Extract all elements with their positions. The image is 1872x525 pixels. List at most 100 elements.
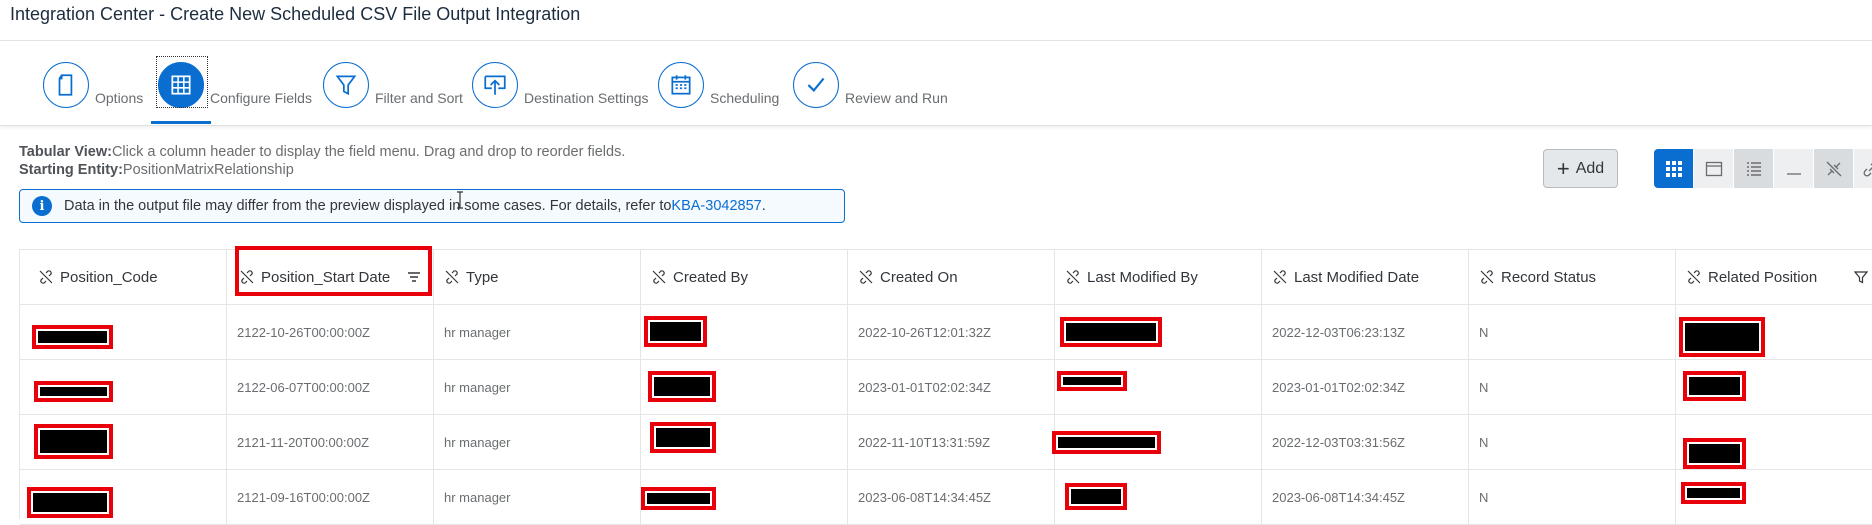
- wizard-step-review-and-run[interactable]: Review and Run: [793, 59, 948, 111]
- column-header-label: Related Position: [1708, 269, 1817, 286]
- column-header-position-code[interactable]: Position_Code: [20, 250, 227, 305]
- tabular-view-text: Click a column header to display the fie…: [112, 144, 625, 160]
- redaction-box: [34, 424, 113, 459]
- redaction-box: [32, 325, 113, 349]
- wizard-step-label: Review and Run: [845, 90, 948, 106]
- column-header-last-modified-date[interactable]: Last Modified Date: [1262, 250, 1469, 305]
- unlink-icon: [1272, 269, 1288, 285]
- plus-icon: +: [1557, 158, 1570, 180]
- table-cell-start-date: 2121-11-20T00:00:00Z: [227, 415, 434, 470]
- window-icon: [1705, 160, 1723, 178]
- wizard-step-options[interactable]: Options: [43, 59, 143, 111]
- table-cell-start-date: 2121-09-16T00:00:00Z: [227, 470, 434, 525]
- table-cell-start-date: 2122-10-26T00:00:00Z: [227, 305, 434, 360]
- starting-entity-value: PositionMatrixRelationship: [123, 162, 294, 178]
- add-button-label: Add: [1576, 160, 1604, 178]
- info-icon: i: [32, 196, 52, 216]
- calendar-icon: [658, 62, 704, 108]
- column-header-label: Last Modified By: [1087, 269, 1198, 286]
- checkmark-icon: [793, 62, 839, 108]
- table-cell-last-modified-date: 2023-01-01T02:02:34Z: [1262, 360, 1469, 415]
- unlink-icon: [444, 269, 460, 285]
- header-highlight-annotation: [235, 246, 432, 296]
- redaction-box: [644, 316, 707, 347]
- unlink-button[interactable]: [1814, 149, 1854, 188]
- table-cell-record-status: N: [1469, 470, 1676, 525]
- wizard-step-scheduling[interactable]: Scheduling: [658, 59, 779, 111]
- link-icon: [1862, 160, 1872, 178]
- focus-indicator: [156, 56, 208, 108]
- column-header-label: Position_Code: [60, 269, 158, 286]
- wizard-step-filter-and-sort[interactable]: Filter and Sort: [323, 59, 463, 111]
- table-cell-last-modified-date: 2022-12-03T03:31:56Z: [1262, 415, 1469, 470]
- column-header-last-modified-by[interactable]: Last Modified By: [1055, 250, 1262, 305]
- redaction-box: [1681, 482, 1746, 504]
- collapse-button[interactable]: [1774, 149, 1814, 188]
- column-header-type[interactable]: Type: [434, 250, 641, 305]
- redaction-box: [1060, 317, 1162, 347]
- wizard-progress-bar: Options Configure Fields Filter and Sort…: [0, 41, 1872, 126]
- add-field-button[interactable]: + Add: [1543, 149, 1618, 188]
- column-header-label: Record Status: [1501, 269, 1596, 286]
- upload-icon: [472, 62, 518, 108]
- column-header-label: Created By: [673, 269, 748, 286]
- table-cell-record-status: N: [1469, 415, 1676, 470]
- table-cell-type: hr manager: [434, 470, 641, 525]
- redaction-box: [641, 487, 716, 510]
- redaction-box: [1065, 483, 1127, 510]
- table-cell-created-on: 2023-06-08T14:34:45Z: [848, 470, 1055, 525]
- grid-view-button[interactable]: [1654, 149, 1694, 188]
- redaction-box: [648, 371, 716, 402]
- table-cell-type: hr manager: [434, 305, 641, 360]
- filter-icon: [323, 62, 369, 108]
- wizard-step-label: Configure Fields: [210, 90, 312, 106]
- table-cell-record-status: N: [1469, 305, 1676, 360]
- table-cell-created-on: 2023-01-01T02:02:34Z: [848, 360, 1055, 415]
- table-cell-last-modified-date: 2023-06-08T14:34:45Z: [1262, 470, 1469, 525]
- form-view-button[interactable]: [1694, 149, 1734, 188]
- column-header-created-on[interactable]: Created On: [848, 250, 1055, 305]
- redaction-box: [1679, 317, 1765, 357]
- unlink-icon: [858, 269, 874, 285]
- unlink-icon: [651, 269, 667, 285]
- redaction-box: [1683, 371, 1746, 401]
- table-cell-last-modified-date: 2022-12-03T06:23:13Z: [1262, 305, 1469, 360]
- unlink-icon: [1825, 160, 1843, 178]
- document-icon: [43, 62, 89, 108]
- starting-entity-label: Starting Entity:: [19, 162, 123, 178]
- info-message-strip: i Data in the output file may differ fro…: [19, 189, 845, 223]
- grid-icon: [1665, 160, 1683, 178]
- kba-link[interactable]: KBA-3042857: [671, 198, 761, 214]
- table-cell-created-on: 2022-11-10T13:31:59Z: [848, 415, 1055, 470]
- table-cell-type: hr manager: [434, 415, 641, 470]
- column-header-created-by[interactable]: Created By: [641, 250, 848, 305]
- column-header-label: Created On: [880, 269, 958, 286]
- list-icon: [1745, 160, 1763, 178]
- redaction-box: [34, 381, 113, 402]
- link-button[interactable]: [1854, 149, 1872, 188]
- column-header-label: Last Modified Date: [1294, 269, 1419, 286]
- redaction-box: [1057, 371, 1127, 391]
- wizard-step-destination-settings[interactable]: Destination Settings: [472, 59, 649, 111]
- list-view-button[interactable]: [1734, 149, 1774, 188]
- redaction-box: [27, 487, 113, 518]
- tabular-view-label: Tabular View:: [19, 144, 112, 160]
- starting-entity: Starting Entity:PositionMatrixRelationsh…: [19, 162, 294, 178]
- table-cell-created-on: 2022-10-26T12:01:32Z: [848, 305, 1055, 360]
- wizard-step-label: Destination Settings: [524, 90, 649, 106]
- table-cell-start-date: 2122-06-07T00:00:00Z: [227, 360, 434, 415]
- table-cell-record-status: N: [1469, 360, 1676, 415]
- unlink-icon: [38, 269, 54, 285]
- column-header-label: Type: [466, 269, 499, 286]
- text-cursor-icon: [455, 191, 465, 209]
- column-header-related-position[interactable]: Related Position: [1676, 250, 1872, 305]
- tabular-view-hint: Tabular View:Click a column header to di…: [19, 144, 625, 160]
- info-message-suffix: .: [762, 198, 766, 214]
- redaction-box: [1052, 431, 1161, 454]
- wizard-step-label: Options: [95, 90, 143, 106]
- column-header-record-status[interactable]: Record Status: [1469, 250, 1676, 305]
- filter-icon: [1854, 270, 1868, 284]
- page-title: Integration Center - Create New Schedule…: [10, 4, 580, 25]
- unlink-icon: [1479, 269, 1495, 285]
- minus-icon: [1785, 160, 1803, 178]
